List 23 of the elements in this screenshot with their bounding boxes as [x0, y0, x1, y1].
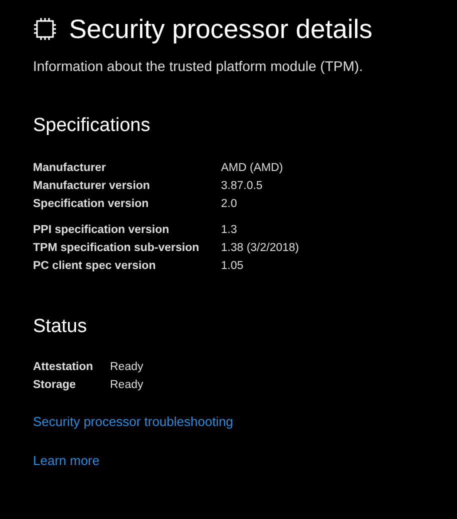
field-label: PC client spec version — [33, 259, 157, 274]
field-value: 1.38 (3/2/2018) — [221, 241, 300, 256]
page-description: Information about the trusted platform module (TPM). — [33, 58, 364, 74]
field-value: 2.0 — [221, 197, 238, 212]
link[interactable]: Security processor troubleshooting — [33, 413, 234, 431]
field-value: 3.87.0.5 — [221, 179, 264, 194]
field-value: AMD (AMD) — [221, 161, 283, 176]
field-value: Ready — [110, 378, 144, 393]
field-label: Specification version — [33, 197, 150, 212]
field-label: Storage — [33, 378, 77, 393]
field-value: 1.05 — [221, 259, 244, 274]
section-heading: Status — [33, 315, 88, 339]
link[interactable]: Learn more — [33, 452, 100, 470]
field-label: Attestation — [33, 360, 94, 375]
field-label: TPM specification sub-version — [33, 241, 200, 256]
page-title: Security processor details — [69, 13, 372, 46]
chip-icon — [33, 17, 57, 41]
field-label: Manufacturer — [33, 161, 107, 176]
field-value: Ready — [110, 360, 144, 375]
field-label: Manufacturer version — [33, 179, 151, 194]
section-heading: Specifications — [33, 114, 152, 138]
field-label: PPI specification version — [33, 223, 170, 238]
field-value: 1.3 — [221, 223, 238, 238]
